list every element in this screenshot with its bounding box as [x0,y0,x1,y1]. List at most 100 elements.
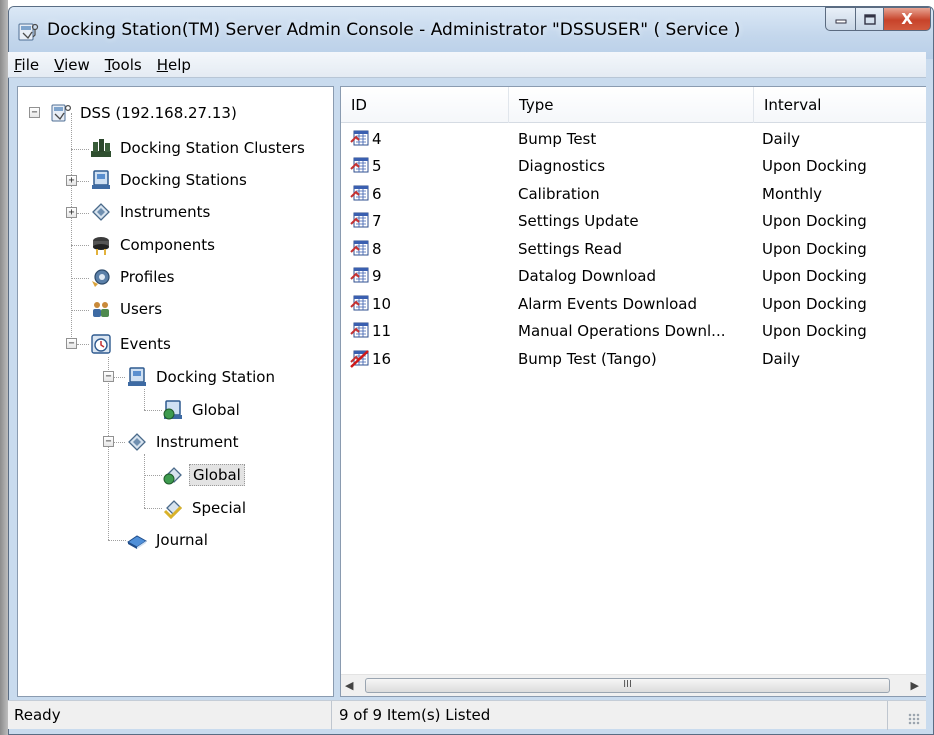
maximize-button[interactable] [855,7,883,31]
table-row[interactable]: 11 Manual Operations Downl... Upon Docking [341,318,926,345]
status-bar: Ready 9 of 9 Item(s) Listed [8,700,926,730]
column-header-id[interactable]: ID [341,87,509,123]
tree-item-profiles[interactable]: Profiles [90,263,177,291]
table-row[interactable]: 9 Datalog Download Upon Docking [341,263,926,290]
event-type: Diagnostics [518,157,606,175]
events-clock-icon [91,334,111,354]
tree-line [71,278,89,279]
cluster-icon [91,139,111,157]
collapse-root-toggle[interactable]: − [29,107,40,118]
tree-item-events-instrument-global[interactable]: Global [162,461,245,489]
table-row[interactable]: 10 Alarm Events Download Upon Docking [341,290,926,317]
table-row[interactable]: 8 Settings Read Upon Docking [341,235,926,262]
event-type: Manual Operations Downl... [518,322,726,340]
component-icon [93,237,109,255]
column-header-type[interactable]: Type [509,87,754,123]
tree-item-label: Profiles [120,268,175,286]
menu-view-label: iew [64,55,90,74]
scroll-right-arrow-icon[interactable]: ▶ [911,679,919,692]
scroll-thumb[interactable]: III [365,678,890,693]
maximize-icon [863,13,876,25]
event-type: Settings Update [518,212,639,230]
menu-file-accel: F [14,55,22,74]
table-row[interactable]: 4 Bump Test Daily [341,125,926,152]
status-item-count: 9 of 9 Item(s) Listed [333,701,888,730]
table-row[interactable]: 7 Settings Update Upon Docking [341,208,926,235]
navigation-tree[interactable]: − + + − − − DSS (192.168.27.13) Docking … [17,86,334,697]
users-icon [93,302,109,317]
left-desktop-strip [0,0,8,735]
tree-item-events-instrument-special[interactable]: Special [162,494,249,522]
tree-item-instruments[interactable]: Instruments [90,198,213,226]
tree-item-label: Events [120,335,171,353]
tree-item-events-docking-station-global[interactable]: Global [162,396,243,424]
tree-item-root[interactable]: DSS (192.168.27.13) [50,99,240,127]
event-interval: Upon Docking [762,322,867,340]
tree-item-events[interactable]: Events [90,330,174,358]
cell-id: 6 [341,185,509,203]
tree-line [114,377,125,378]
tree-line [114,442,125,443]
event-enabled-icon [350,212,369,228]
event-id: 16 [372,349,392,368]
journal-book-icon [127,535,147,549]
events-list[interactable]: ID Type Interval 4 Bump Test Daily 5 Diagnos… [340,86,926,697]
close-button[interactable]: X [883,7,931,31]
tree-item-journal[interactable]: Journal [126,526,211,554]
tree-item-label: Docking Station [156,368,275,386]
menu-file[interactable]: File [8,56,48,74]
event-id: 11 [372,322,392,340]
collapse-events-instrument-toggle[interactable]: − [103,436,114,447]
tree-line [77,181,89,182]
event-enabled-icon [350,130,369,145]
event-type: Datalog Download [518,267,657,285]
event-enabled-icon [350,295,369,310]
instrument-global-icon [163,467,182,485]
menu-help[interactable]: Help [151,56,200,74]
profiles-gear-icon [92,269,110,287]
table-row[interactable]: 6 Calibration Monthly [341,180,926,207]
tree-item-components[interactable]: Components [90,231,218,259]
event-id: 8 [372,239,382,258]
resize-grip-icon[interactable] [908,713,920,725]
table-row[interactable]: 5 Diagnostics Upon Docking [341,153,926,180]
event-interval: Daily [762,129,800,148]
menu-view[interactable]: View [48,56,99,74]
cell-id: 11 [341,322,509,340]
tree-line [144,508,162,509]
event-type: Bump Test [518,129,597,148]
tree-item-users[interactable]: Users [90,295,165,323]
menu-tools[interactable]: Tools [99,56,151,74]
tree-item-label: DSS (192.168.27.13) [80,104,237,122]
tree-item-label: Docking Stations [120,171,247,189]
event-interval: Upon Docking [762,294,867,313]
collapse-events-docking-station-toggle[interactable]: − [103,371,114,382]
expand-docking-stations-toggle[interactable]: + [66,175,77,186]
expand-instruments-toggle[interactable]: + [66,207,77,218]
collapse-events-toggle[interactable]: − [66,338,77,349]
event-interval: Daily [762,349,800,368]
table-row[interactable]: 16 Bump Test (Tango) Daily [341,345,926,372]
event-enabled-icon [350,267,369,283]
column-header-interval[interactable]: Interval [754,87,926,123]
docking-station-icon [128,367,146,386]
scroll-left-arrow-icon[interactable]: ◀ [345,679,353,692]
caption-buttons: X [825,7,931,31]
tree-item-events-docking-station[interactable]: Docking Station [126,363,278,391]
docking-station-icon [92,170,110,189]
event-type: Alarm Events Download [518,294,698,313]
event-id: 7 [372,212,382,230]
minimize-button[interactable] [825,7,855,31]
menu-file-label: ile [21,55,40,74]
event-id: 4 [372,129,382,148]
menu-tools-label: ools [111,55,142,74]
tree-item-events-instrument[interactable]: Instrument [126,428,242,456]
tree-line [77,344,89,345]
tree-line [144,475,162,476]
tree-item-docking-station-clusters[interactable]: Docking Station Clusters [90,134,308,162]
horizontal-scrollbar[interactable]: ◀ III ▶ [341,674,926,696]
close-icon: X [901,10,913,28]
tree-item-docking-stations[interactable]: Docking Stations [90,166,250,194]
tree-item-label: Global [189,464,245,486]
menu-view-accel: V [54,55,65,74]
